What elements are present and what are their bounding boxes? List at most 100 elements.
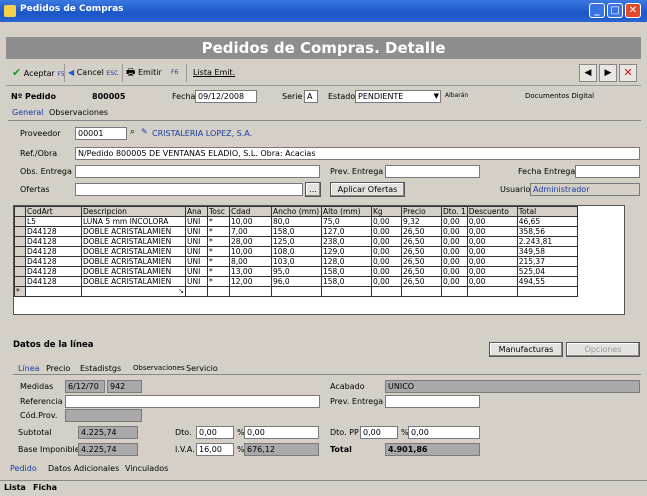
table-cell[interactable]: 8,00 xyxy=(229,256,272,267)
column-header[interactable]: Dto. 1 xyxy=(441,206,468,217)
dto-pp-field-a[interactable]: 0,00 xyxy=(360,426,398,439)
table-cell[interactable]: LUNA 5 mm INCOLORA xyxy=(81,216,186,227)
table-cell[interactable]: * xyxy=(207,226,230,237)
date-field[interactable]: 09/12/2008 xyxy=(195,90,257,103)
table-cell[interactable]: 125,0 xyxy=(271,236,322,247)
table-cell[interactable]: UNI xyxy=(185,276,208,287)
table-cell[interactable]: * xyxy=(207,266,230,277)
table-cell[interactable]: DOBLE ACRISTALAMIEN xyxy=(81,276,186,287)
table-cell[interactable]: 0,00 xyxy=(441,226,468,237)
table-cell[interactable]: UNI xyxy=(185,256,208,267)
table-cell[interactable]: D44128 xyxy=(25,276,82,287)
table-cell[interactable]: 95,0 xyxy=(271,266,322,277)
table-cell[interactable]: * xyxy=(207,246,230,257)
print-button[interactable]: 🖶 Emitir xyxy=(126,65,162,80)
table-cell[interactable]: 0,00 xyxy=(371,246,402,257)
table-cell[interactable]: 75,0 xyxy=(321,216,372,227)
table-cell[interactable] xyxy=(271,286,322,297)
table-cell[interactable]: 0,00 xyxy=(466,226,518,237)
table-cell[interactable]: 0,00 xyxy=(371,216,402,227)
iva-field-a[interactable]: 16,00 xyxy=(196,443,234,456)
table-cell[interactable]: * xyxy=(207,236,230,247)
table-cell[interactable]: 0,00 xyxy=(441,276,468,287)
table-cell[interactable]: 0,00 xyxy=(371,276,402,287)
lookup-icon[interactable]: ↘ xyxy=(178,288,184,296)
table-cell[interactable]: 0,00 xyxy=(441,236,468,247)
column-header[interactable]: Alto (mm) xyxy=(321,206,372,217)
table-cell[interactable]: * xyxy=(207,256,230,267)
table-cell[interactable]: 0,00 xyxy=(441,256,468,267)
table-cell[interactable]: * xyxy=(207,276,230,287)
table-cell[interactable]: 215,37 xyxy=(516,256,578,267)
table-cell[interactable]: 2.243,81 xyxy=(516,236,578,247)
dto-field-b[interactable]: 0,00 xyxy=(244,426,319,439)
edit-icon[interactable]: ✎ xyxy=(141,127,148,136)
table-cell[interactable] xyxy=(229,286,272,297)
column-header[interactable]: Kg xyxy=(371,206,402,217)
aplicar-ofertas-button[interactable]: Aplicar Ofertas xyxy=(330,182,405,197)
prev-entrega-line-field[interactable] xyxy=(385,395,480,408)
proveedor-name[interactable]: CRISTALERIA LOPEZ, S.A. xyxy=(152,128,252,139)
lines-grid[interactable]: CodArt Descripcion Ana Tosc Cdad Ancho (… xyxy=(13,205,625,315)
table-cell[interactable]: 0,00 xyxy=(466,266,518,277)
table-row[interactable]: L5 LUNA 5 mm INCOLORA UNI * 10,00 80,0 75,0 0,0… xyxy=(14,216,578,227)
table-cell[interactable]: 0,00 xyxy=(371,236,402,247)
table-row[interactable]: D44128 DOBLE ACRISTALAMIEN UNI * 12,00 96,0 15… xyxy=(14,276,578,287)
table-cell[interactable]: UNI xyxy=(185,246,208,257)
tab-vinculados[interactable]: Vinculados xyxy=(125,463,168,474)
table-cell[interactable]: 0,00 xyxy=(371,256,402,267)
serie-field[interactable]: A xyxy=(304,90,318,103)
table-cell[interactable]: 494,55 xyxy=(516,276,578,287)
table-row[interactable]: D44128 DOBLE ACRISTALAMIEN UNI * 13,00 95,0 15… xyxy=(14,266,578,277)
table-row[interactable]: D44128 DOBLE ACRISTALAMIEN UNI * 28,00 125,0 2… xyxy=(14,236,578,247)
referencia-field[interactable] xyxy=(65,395,320,408)
table-row[interactable]: D44128 DOBLE ACRISTALAMIEN UNI * 10,00 108,0 1… xyxy=(14,246,578,257)
table-row[interactable]: D44128 DOBLE ACRISTALAMIEN UNI * 8,00 103,0 12… xyxy=(14,256,578,267)
accept-button[interactable]: ✔ Aceptar F5 xyxy=(12,65,65,80)
table-cell[interactable]: * xyxy=(207,216,230,227)
cancel-button[interactable]: ◀ Cancel ESC xyxy=(68,65,118,80)
table-cell[interactable]: D44128 xyxy=(25,226,82,237)
table-cell[interactable] xyxy=(401,286,442,297)
table-cell[interactable]: 26,50 xyxy=(401,246,442,257)
table-cell[interactable]: DOBLE ACRISTALAMIEN xyxy=(81,256,186,267)
tab-observaciones[interactable]: Observaciones xyxy=(49,107,108,118)
table-cell[interactable] xyxy=(466,286,518,297)
tab-lista[interactable]: Lista xyxy=(4,483,26,492)
table-cell[interactable]: 108,0 xyxy=(271,246,322,257)
tab-datos-adicionales[interactable]: Datos Adicionales xyxy=(48,463,119,474)
table-cell[interactable]: 158,0 xyxy=(271,226,322,237)
table-cell[interactable]: 10,00 xyxy=(229,216,272,227)
column-header[interactable]: Ancho (mm) xyxy=(271,206,322,217)
tab-servicio[interactable]: Servicio xyxy=(186,363,218,374)
table-cell[interactable]: 26,50 xyxy=(401,236,442,247)
table-cell[interactable]: 0,00 xyxy=(371,226,402,237)
next-record-icon[interactable]: ▶ xyxy=(599,64,617,82)
opciones-button[interactable]: Opciones xyxy=(566,342,640,357)
minimize-icon[interactable]: _ xyxy=(589,3,605,18)
table-cell[interactable]: 0,00 xyxy=(466,276,518,287)
table-cell[interactable] xyxy=(441,286,468,297)
table-cell[interactable]: 26,50 xyxy=(401,266,442,277)
table-cell[interactable]: 525,04 xyxy=(516,266,578,277)
table-cell[interactable]: 358,56 xyxy=(516,226,578,237)
table-cell[interactable]: 28,00 xyxy=(229,236,272,247)
tab-ficha[interactable]: Ficha xyxy=(33,483,57,492)
column-header[interactable]: Precio xyxy=(401,206,442,217)
row-indicator[interactable] xyxy=(14,236,26,247)
table-cell[interactable]: DOBLE ACRISTALAMIEN xyxy=(81,266,186,277)
fecha-entrega-field[interactable] xyxy=(575,165,640,178)
table-cell[interactable]: 10,00 xyxy=(229,246,272,257)
table-cell[interactable]: 46,65 xyxy=(516,216,578,227)
tab-observaciones-linea[interactable]: Observaciones xyxy=(133,363,185,374)
table-cell[interactable]: 12,00 xyxy=(229,276,272,287)
ofertas-browse-button[interactable]: ... xyxy=(305,182,321,197)
table-cell[interactable]: 0,00 xyxy=(441,216,468,227)
row-indicator[interactable] xyxy=(14,246,26,257)
table-cell[interactable]: 158,0 xyxy=(321,266,372,277)
ofertas-field[interactable] xyxy=(75,183,303,196)
table-cell[interactable] xyxy=(321,286,372,297)
column-header[interactable]: Descuento xyxy=(466,206,518,217)
estado-select[interactable]: PENDIENTE ▼ xyxy=(355,90,441,103)
prev-entrega-field[interactable] xyxy=(385,165,480,178)
